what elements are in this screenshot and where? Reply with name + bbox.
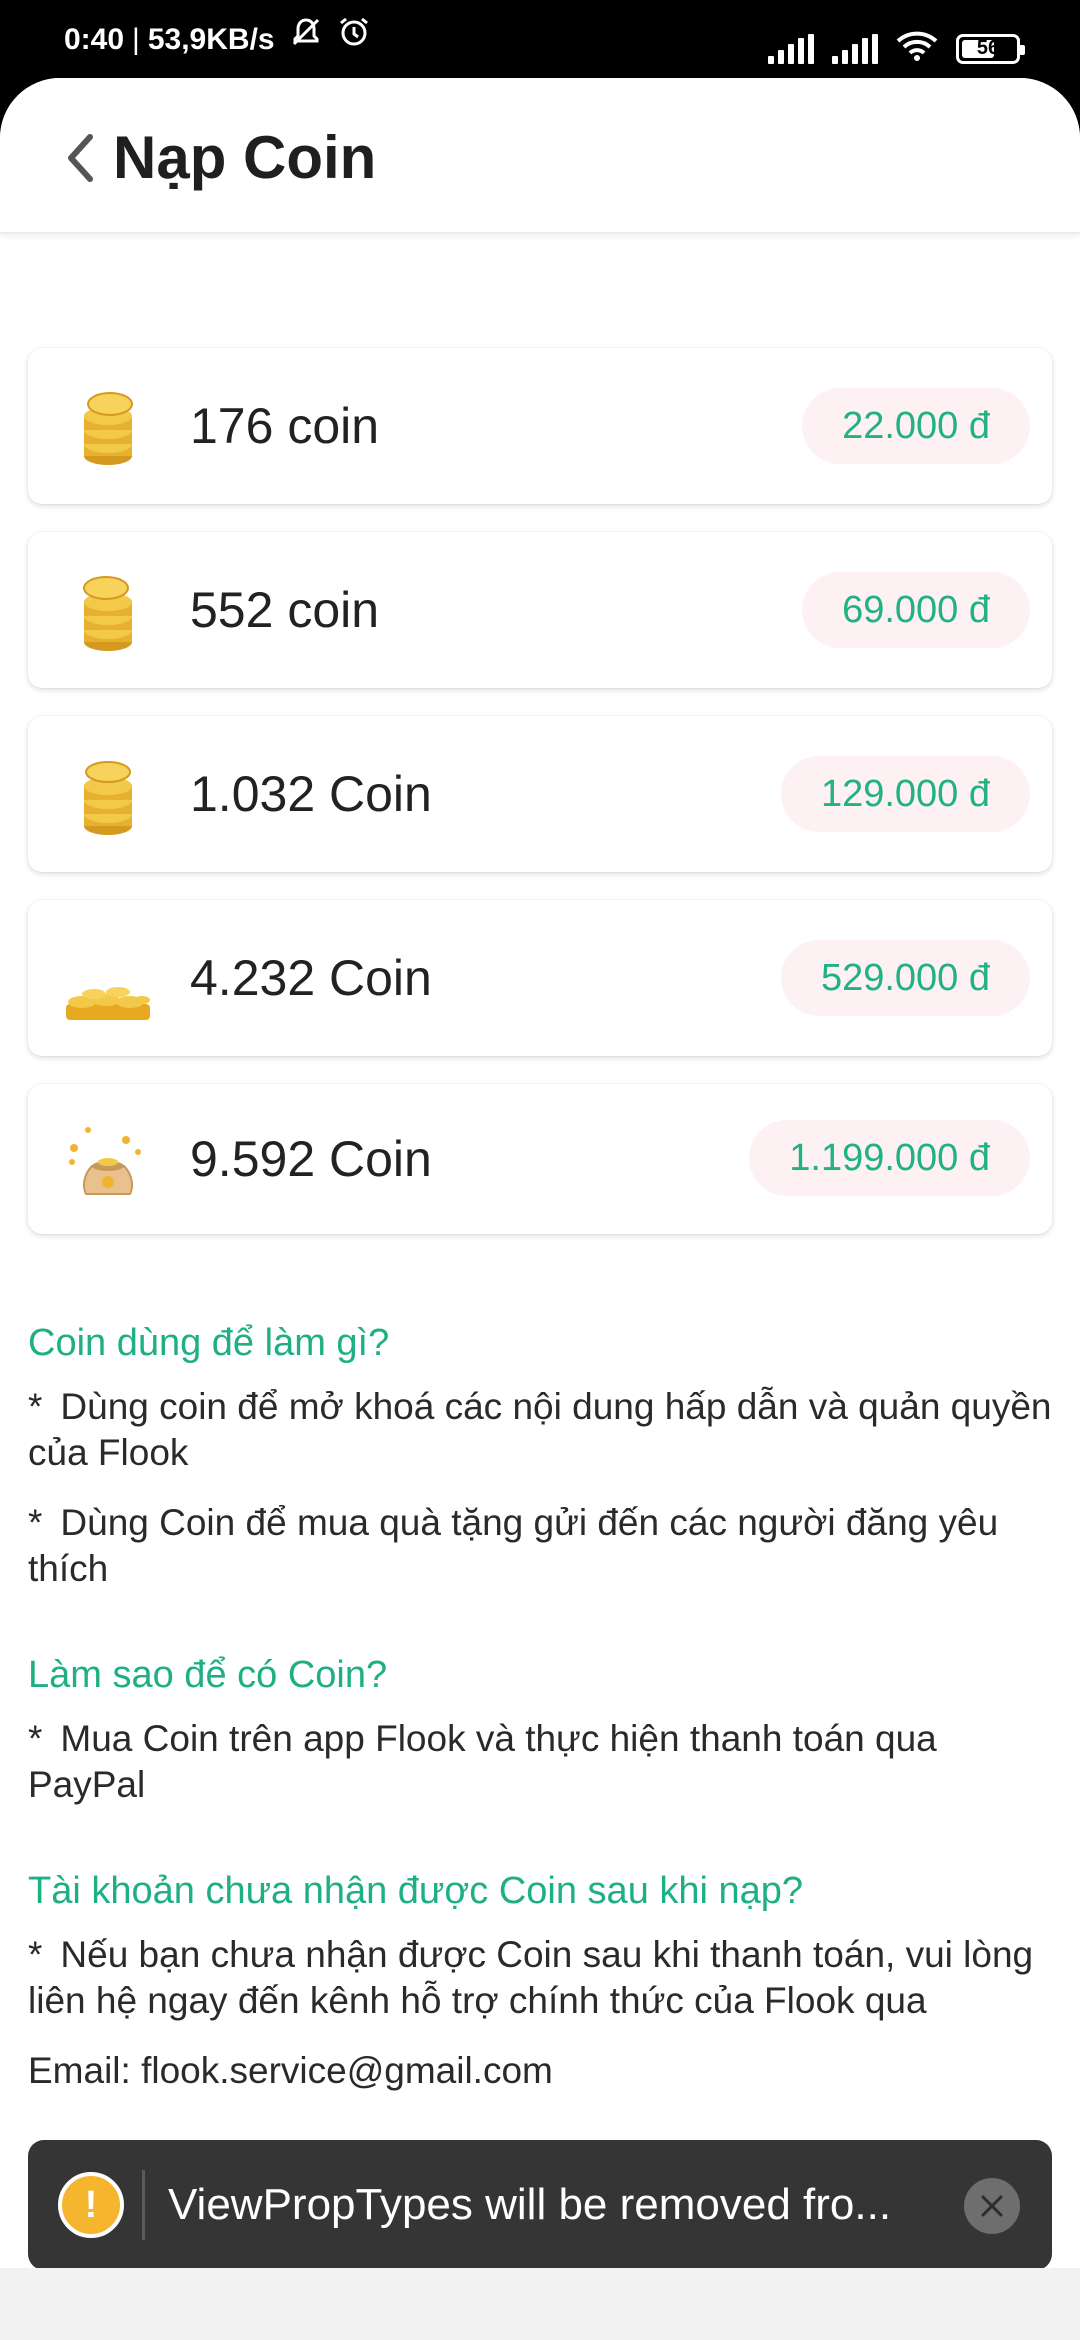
faq-question: Tài khoản chưa nhận được Coin sau khi nạ… [28, 1870, 804, 1912]
chevron-left-icon [68, 134, 93, 182]
bottom-area [0, 2268, 1080, 2340]
faq-answer: * Dùng coin để mở khoá các nội dung hấp d… [28, 1384, 1052, 1476]
faq-item: Coin dùng để làm gì? * Dùng coin để mở kh… [28, 1318, 1052, 1592]
coin-package-list: 176 coin 22.000 đ 552 coin 69.000 đ 1.03… [28, 348, 1052, 1262]
header: Nạp Coin [0, 78, 1080, 234]
coin-stack-icon [62, 382, 154, 474]
faq-answer-text: Nếu bạn chưa nhận được Coin sau khi than… [28, 1934, 1034, 2021]
coin-stack-icon [62, 750, 154, 842]
network-speed: 53,9KB/s [147, 23, 275, 56]
coin-amount: 176 coin [190, 398, 380, 454]
coin-pile-icon [62, 934, 154, 1026]
coin-package[interactable]: 4.232 Coin 529.000 đ [28, 900, 1052, 1056]
wifi-icon [896, 30, 938, 67]
price-badge[interactable]: 69.000 đ [802, 572, 1030, 648]
coin-package[interactable]: 1.032 Coin 129.000 đ [28, 716, 1052, 872]
coin-bag-icon [62, 1118, 154, 1210]
bullet-icon: * [28, 1934, 43, 1975]
toast-message: ViewPropTypes will be removed fro... [168, 2180, 892, 2229]
coin-amount: 4.232 Coin [190, 950, 432, 1006]
coin-package[interactable]: 552 coin 69.000 đ [28, 532, 1052, 688]
price-badge[interactable]: 529.000 đ [780, 940, 1030, 1016]
coin-amount: 9.592 Coin [190, 1131, 432, 1187]
price-badge[interactable]: 22.000 đ [802, 388, 1030, 464]
faq-question: Coin dùng để làm gì? [28, 1322, 390, 1364]
faq-section: Coin dùng để làm gì? * Dùng coin để mở kh… [28, 1318, 1052, 2152]
support-email[interactable]: Email: flook.service@gmail.com [28, 2048, 1052, 2094]
close-button[interactable] [964, 2178, 1020, 2234]
back-button[interactable] [58, 130, 102, 186]
faq-answer-text: Dùng Coin để mua quà tặng gửi đến các ng… [28, 1502, 999, 1589]
signal-icon [768, 33, 814, 64]
alarm-icon [337, 0, 371, 90]
faq-answer: * Nếu bạn chưa nhận được Coin sau khi tha… [28, 1932, 1052, 2024]
signal-icon [832, 33, 878, 64]
warning-icon: ! [58, 2172, 124, 2238]
coin-package[interactable]: 176 coin 22.000 đ [28, 348, 1052, 504]
faq-item: Làm sao để có Coin? * Mua Coin trên app F… [28, 1650, 1052, 1808]
status-right: 56 [768, 30, 1025, 67]
faq-question: Làm sao để có Coin? [28, 1654, 388, 1696]
status-separator: | [132, 23, 140, 56]
coin-stack-icon [62, 566, 154, 658]
app-screen: Nạp Coin 176 coin 22.000 đ 552 coin 69.0… [0, 78, 1080, 2268]
faq-answer: * Mua Coin trên app Flook và thực hiện th… [28, 1716, 1052, 1808]
status-left: 0:40 | 53,9KB/s [64, 0, 371, 90]
toast-divider [142, 2170, 145, 2240]
faq-answer-text: Mua Coin trên app Flook và thực hiện tha… [28, 1718, 937, 1805]
page-title: Nạp Coin [113, 124, 377, 191]
faq-answer-text: Dùng coin để mở khoá các nội dung hấp dẫ… [28, 1386, 1052, 1473]
price-badge[interactable]: 129.000 đ [780, 756, 1030, 832]
status-bar: 0:40 | 53,9KB/s 56 [0, 0, 1080, 80]
coin-package[interactable]: 9.592 Coin 1.199.000 đ [28, 1084, 1052, 1234]
faq-item: Tài khoản chưa nhận được Coin sau khi nạ… [28, 1866, 1052, 2094]
close-icon [981, 2195, 1003, 2217]
faq-answer: * Dùng Coin để mua quà tặng gửi đến các n… [28, 1500, 1052, 1592]
bullet-icon: * [28, 1386, 43, 1427]
coin-amount: 552 coin [190, 582, 380, 638]
warning-toast[interactable]: ! ViewPropTypes will be removed fro... [28, 2140, 1052, 2268]
bullet-icon: * [28, 1502, 43, 1543]
mute-icon [289, 0, 323, 90]
bullet-icon: * [28, 1718, 43, 1759]
battery-icon: 56 [956, 33, 1025, 64]
price-badge[interactable]: 1.199.000 đ [749, 1120, 1030, 1196]
coin-amount: 1.032 Coin [190, 766, 432, 822]
status-time: 0:40 [64, 23, 125, 56]
battery-level: 56 [976, 37, 1000, 59]
